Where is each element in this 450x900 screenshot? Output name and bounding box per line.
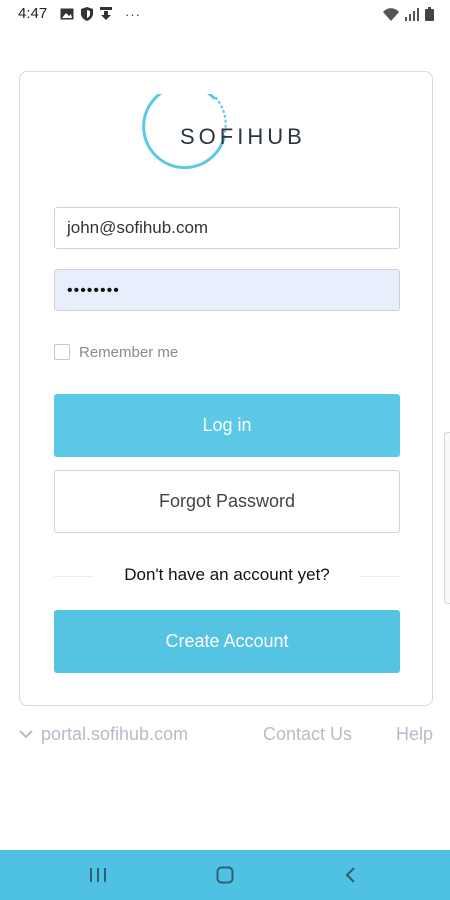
shield-icon	[81, 7, 93, 21]
chevron-down-icon	[19, 730, 33, 739]
remember-checkbox[interactable]	[54, 344, 70, 360]
create-account-button[interactable]: Create Account	[54, 610, 400, 673]
password-field[interactable]: ••••••••	[54, 269, 400, 311]
status-icons-left: ···	[60, 6, 141, 22]
battery-icon	[425, 7, 434, 21]
home-icon[interactable]	[215, 865, 235, 885]
wifi-icon	[383, 7, 399, 21]
forgot-password-button[interactable]: Forgot Password	[54, 470, 400, 533]
email-value: john@sofihub.com	[67, 218, 209, 237]
signal-icon	[405, 7, 419, 21]
no-account-text: Don't have an account yet?	[124, 565, 330, 584]
login-button[interactable]: Log in	[54, 394, 400, 457]
login-card: SOFIHUB john@sofihub.com •••••••• Rememb…	[19, 71, 433, 706]
help-link[interactable]: Help	[396, 724, 433, 745]
remember-me[interactable]: Remember me	[54, 342, 178, 362]
nav-bar	[0, 850, 450, 900]
status-more: ···	[125, 6, 141, 22]
download-icon	[100, 7, 112, 20]
no-account-divider: Don't have an account yet?	[54, 565, 400, 587]
footer-links: portal.sofihub.com Contact Us Help	[19, 724, 433, 748]
email-field[interactable]: john@sofihub.com	[54, 207, 400, 249]
remember-label: Remember me	[79, 343, 179, 361]
portal-selector[interactable]: portal.sofihub.com	[19, 724, 188, 745]
edge-panel-handle[interactable]	[444, 432, 450, 604]
back-icon[interactable]	[340, 865, 360, 885]
status-bar: 4:47 ···	[0, 0, 450, 28]
contact-us-link[interactable]: Contact Us	[263, 724, 352, 745]
password-value: ••••••••	[67, 282, 120, 299]
status-icons-right	[383, 6, 434, 22]
image-icon	[60, 8, 74, 20]
recent-apps-icon[interactable]	[88, 865, 108, 885]
portal-link[interactable]: portal.sofihub.com	[41, 724, 188, 745]
divider-line-right	[360, 576, 400, 577]
sofihub-logo: SOFIHUB	[142, 94, 312, 180]
logo-text: SOFIHUB	[180, 124, 306, 149]
status-time: 4:47	[18, 5, 48, 22]
